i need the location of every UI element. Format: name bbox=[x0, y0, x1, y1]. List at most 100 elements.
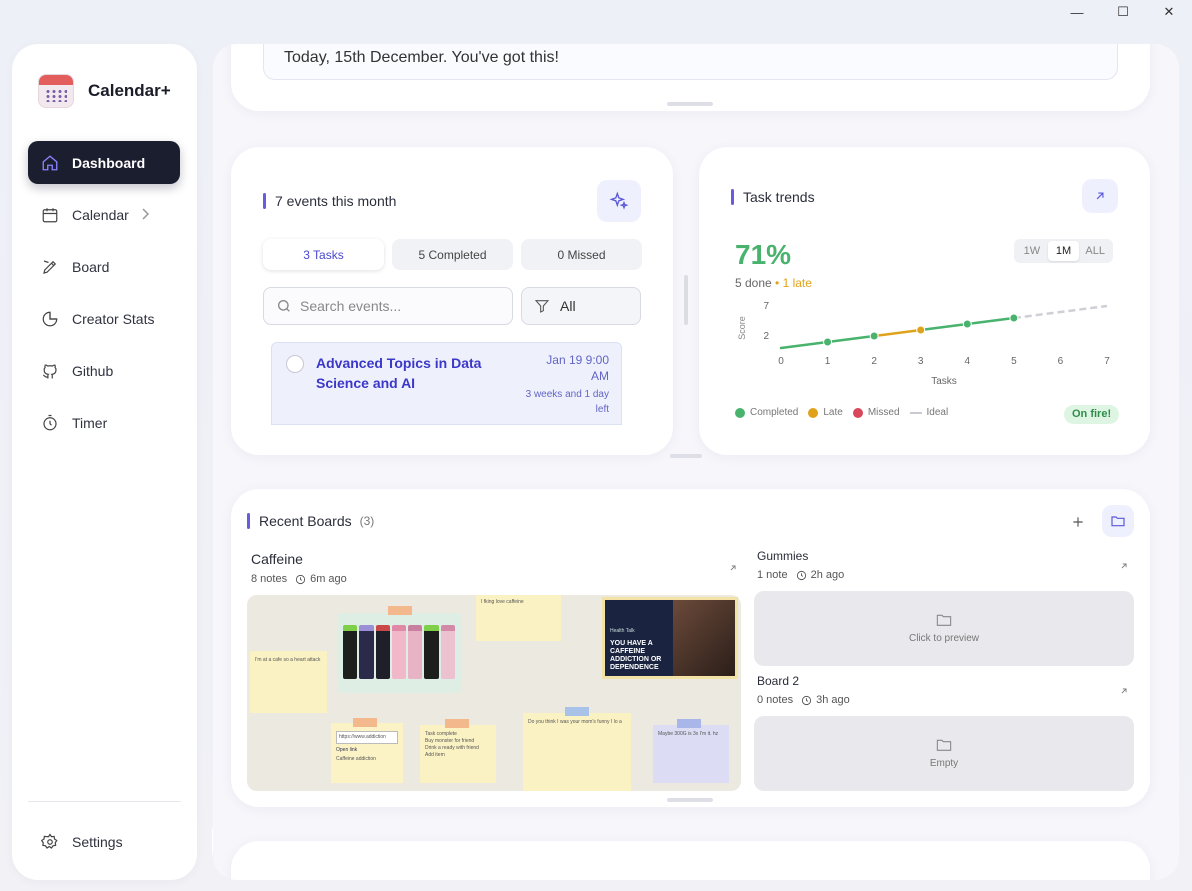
board-time: 2h ago bbox=[810, 569, 845, 581]
timer-icon bbox=[43, 414, 57, 430]
sidebar-item-calendar[interactable]: Calendar bbox=[28, 193, 180, 236]
brand[interactable]: Calendar+ bbox=[38, 74, 171, 108]
folder-icon bbox=[936, 614, 952, 626]
x-tick-label: 2 bbox=[871, 356, 877, 367]
data-point bbox=[1009, 313, 1019, 323]
tab-tasks[interactable]: 3 Tasks bbox=[263, 239, 384, 270]
status-badge: On fire! bbox=[1064, 405, 1120, 424]
preview-label: Empty bbox=[929, 758, 959, 769]
board-preview-board-2[interactable]: Empty bbox=[754, 716, 1134, 791]
search-icon bbox=[278, 300, 290, 312]
clock-icon bbox=[296, 574, 306, 584]
range-selector: 1W 1M ALL bbox=[1014, 239, 1113, 263]
sidebar-item-github[interactable]: Github bbox=[28, 349, 180, 392]
sidebar-item-label: Timer bbox=[72, 414, 108, 431]
open-folder-button[interactable] bbox=[1102, 505, 1134, 537]
open-trends-button[interactable] bbox=[1082, 179, 1118, 213]
sidebar-item-timer[interactable]: Timer bbox=[28, 401, 180, 444]
sidebar-item-label: Settings bbox=[72, 833, 123, 850]
trend-line-segment bbox=[872, 328, 922, 338]
add-board-button[interactable] bbox=[1067, 511, 1089, 533]
clock-icon bbox=[796, 570, 806, 580]
legend-ideal: Ideal bbox=[909, 407, 948, 418]
board-preview-caffeine[interactable]: I'm at a cafe so a heart attack I fking … bbox=[247, 595, 741, 791]
late-count: • 1 late bbox=[775, 276, 812, 290]
home-icon bbox=[42, 154, 58, 170]
note-count: 0 notes bbox=[757, 694, 794, 706]
resize-handle-vertical[interactable] bbox=[684, 275, 688, 325]
folder-icon bbox=[1111, 516, 1125, 527]
legend-late: Late bbox=[808, 407, 843, 418]
filter-dropdown[interactable]: All bbox=[521, 287, 641, 325]
range-1w[interactable]: 1W bbox=[1016, 241, 1048, 261]
drag-handle[interactable] bbox=[667, 102, 713, 106]
sidebar-item-creator-stats[interactable]: Creator Stats bbox=[28, 297, 180, 340]
sidebar-item-label: Dashboard bbox=[72, 154, 146, 171]
range-all[interactable]: ALL bbox=[1079, 241, 1111, 261]
boards-count: (3) bbox=[359, 514, 375, 528]
accent-bar bbox=[247, 513, 250, 529]
sidebar-item-board[interactable]: Board bbox=[28, 245, 180, 288]
range-1m[interactable]: 1M bbox=[1047, 241, 1080, 261]
sidebar-nav: Dashboard Calendar Board Creator Stats G… bbox=[28, 141, 180, 453]
arrow-up-right-icon bbox=[1096, 192, 1104, 200]
legend-missed: Missed bbox=[852, 407, 900, 418]
search-input[interactable]: Search events... bbox=[263, 287, 513, 325]
drag-handle[interactable] bbox=[667, 798, 713, 802]
data-point bbox=[916, 325, 926, 335]
tab-completed[interactable]: 5 Completed bbox=[392, 239, 513, 270]
trends-title-text: Task trends bbox=[743, 189, 815, 205]
board-title-gummies[interactable]: Gummies bbox=[757, 549, 808, 563]
next-card bbox=[231, 841, 1150, 880]
pen-icon bbox=[43, 259, 57, 274]
trend-line-segment bbox=[779, 340, 829, 350]
board-time: 6m ago bbox=[310, 573, 347, 585]
board-title-caffeine[interactable]: Caffeine bbox=[251, 551, 303, 567]
tab-missed[interactable]: 0 Missed bbox=[521, 239, 642, 270]
note-count: 1 note bbox=[757, 569, 788, 581]
open-board-icon[interactable] bbox=[1119, 561, 1129, 571]
search-placeholder: Search events... bbox=[300, 298, 402, 314]
main-content: Today, 15th December. You've got this! 7… bbox=[213, 44, 1179, 880]
board-preview-gummies[interactable]: Click to preview bbox=[754, 591, 1134, 666]
y-axis-label: Score bbox=[737, 316, 747, 340]
board-meta-gummies: 1 note 2h ago bbox=[757, 569, 844, 581]
sidebar-item-dashboard[interactable]: Dashboard bbox=[28, 141, 180, 184]
maximize-button[interactable]: ☐ bbox=[1100, 0, 1146, 24]
recent-boards-card: Recent Boards (3) Caffeine 8 notes 6m ag… bbox=[231, 489, 1150, 807]
ai-sparkle-button[interactable] bbox=[597, 180, 641, 222]
github-icon bbox=[43, 363, 57, 378]
legend-completed: Completed bbox=[735, 407, 798, 418]
close-button[interactable]: ✕ bbox=[1146, 0, 1192, 24]
data-point bbox=[823, 337, 833, 347]
pie-chart-icon bbox=[42, 311, 58, 326]
drag-handle[interactable] bbox=[670, 454, 702, 458]
x-tick-label: 0 bbox=[778, 356, 784, 367]
chevron-right-icon bbox=[142, 208, 150, 220]
task-trends-card: Task trends 71% 5 done • 1 late 1W 1M AL… bbox=[699, 147, 1150, 455]
accent-bar bbox=[263, 193, 266, 209]
open-board-icon[interactable] bbox=[1119, 686, 1129, 696]
data-point bbox=[962, 319, 972, 329]
trend-line-segment bbox=[919, 322, 969, 332]
y-tick-label: 7 bbox=[763, 301, 769, 312]
trend-summary: 5 done • 1 late bbox=[735, 276, 812, 290]
event-item[interactable]: Advanced Topics in Data Science and AI J… bbox=[271, 342, 622, 425]
clock-icon bbox=[802, 695, 812, 705]
folder-icon bbox=[936, 739, 952, 751]
sidebar-item-label: Github bbox=[72, 362, 114, 379]
board-meta-board-2: 0 notes 3h ago bbox=[757, 694, 850, 706]
sidebar-item-settings[interactable]: Settings bbox=[28, 820, 180, 863]
board-title-board-2[interactable]: Board 2 bbox=[757, 674, 799, 688]
minimize-button[interactable]: — bbox=[1054, 0, 1100, 24]
sticky-note: I'm at a cafe so a heart attack bbox=[250, 651, 327, 713]
event-checkbox[interactable] bbox=[286, 355, 304, 373]
note-count: 8 notes bbox=[251, 573, 288, 585]
y-tick-label: 2 bbox=[763, 331, 769, 342]
accent-bar bbox=[731, 189, 734, 205]
greeting-text: Today, 15th December. You've got this! bbox=[263, 44, 1118, 80]
link-note: https://www.addiction Open link Caffeine… bbox=[331, 718, 403, 783]
open-board-icon[interactable] bbox=[728, 563, 738, 573]
x-tick-label: 7 bbox=[1104, 356, 1110, 367]
completion-percent: 71% bbox=[735, 239, 792, 270]
